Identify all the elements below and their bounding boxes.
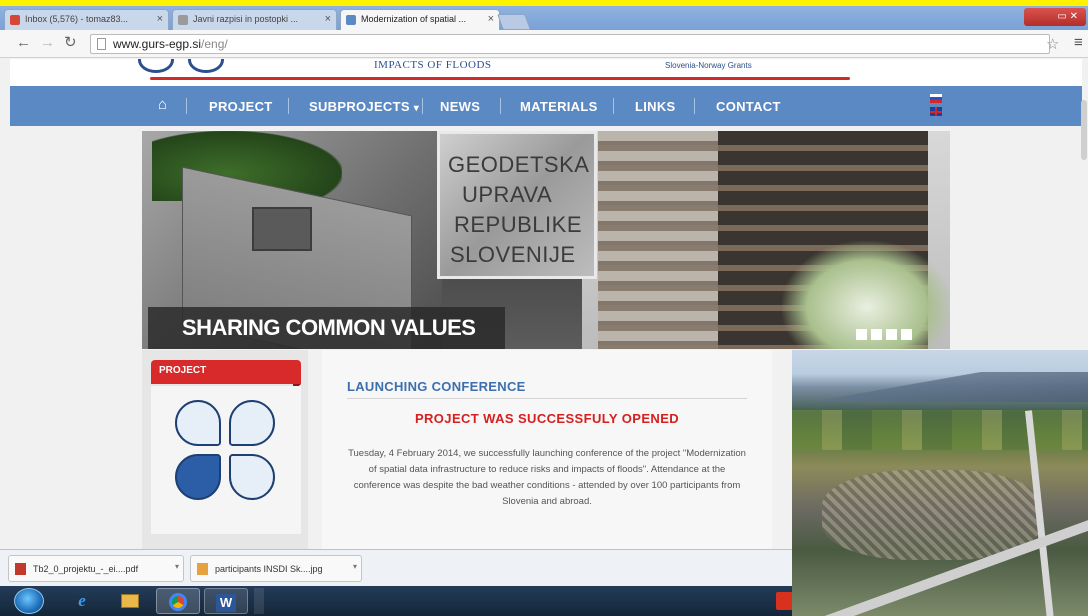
file-explorer-icon[interactable]: [108, 588, 152, 614]
slider-plaque: [252, 207, 312, 251]
bookmark-star-icon[interactable]: ☆: [1046, 35, 1059, 53]
download-item[interactable]: participants INSDI Sk....jpg ▾: [190, 555, 362, 582]
tab-close-icon[interactable]: ×: [157, 13, 163, 25]
nav-item-contact[interactable]: CONTACT: [716, 99, 781, 114]
news-heading[interactable]: LAUNCHING CONFERENCE: [347, 379, 526, 394]
taskbar-button[interactable]: [254, 588, 264, 614]
header-title: IMPACTS OF FLOODS: [374, 59, 492, 71]
sign-text: SLOVENIJE: [450, 242, 576, 267]
nav-item-project[interactable]: PROJECT: [209, 99, 273, 114]
tab-modernization[interactable]: Modernization of spatial ... ×: [340, 9, 500, 30]
nav-separator: [186, 98, 187, 114]
sign-text: GEODETSKA: [448, 152, 590, 177]
menu-icon[interactable]: ≡: [1074, 34, 1083, 51]
aerial-fields: [792, 410, 1088, 450]
page-icon: [178, 15, 188, 25]
window-controls[interactable]: ▭ ✕: [1024, 8, 1086, 26]
browser-tab-strip: Inbox (5,576) - tomaz83... × Javni razpi…: [0, 6, 1088, 30]
chevron-down-icon[interactable]: ▾: [175, 562, 179, 571]
divider: [347, 398, 747, 399]
word-icon[interactable]: W: [204, 588, 248, 614]
page-icon: [97, 38, 106, 50]
nav-separator: [422, 98, 423, 114]
slider-dot[interactable]: [886, 329, 897, 340]
news-body: Tuesday, 4 February 2014, we successfull…: [348, 448, 746, 507]
flag-slovenian-icon[interactable]: [930, 94, 942, 103]
tab-javni-razpisi[interactable]: Javni razpisi in postopki ... ×: [172, 9, 337, 30]
reload-icon[interactable]: ↻: [64, 35, 77, 51]
gmail-icon: [10, 15, 20, 25]
chevron-down-icon: ▾: [413, 103, 420, 114]
pdf-icon: [15, 563, 26, 575]
flag-english-icon[interactable]: [930, 107, 942, 116]
slider-sign: GEODETSKA UPRAVA REPUBLIKE SLOVENIJE: [437, 131, 597, 279]
logo: [138, 59, 174, 73]
chrome-icon[interactable]: [156, 588, 200, 614]
windows-taskbar: e W: [0, 586, 792, 616]
nav-item-label: SUBPROJECTS: [309, 99, 410, 114]
scrollbar[interactable]: [1081, 100, 1087, 160]
tab-label: Javni razpisi in postopki ...: [193, 14, 299, 24]
back-icon[interactable]: ←: [16, 35, 31, 51]
new-tab-button[interactable]: [497, 14, 531, 30]
nav-separator: [288, 98, 289, 114]
browser-toolbar: ← → ↻ www.gurs-egp.si/eng/ ☆ ≡: [0, 30, 1088, 58]
aerial-photo: [792, 350, 1088, 616]
download-filename: Tb2_0_projektu_-_ei....pdf: [33, 564, 139, 574]
site-icon: [346, 15, 356, 25]
nav-item-materials[interactable]: MATERIALS: [520, 99, 598, 114]
internet-explorer-icon[interactable]: e: [60, 588, 104, 614]
tab-label: Modernization of spatial ...: [361, 14, 467, 24]
nav-item-news[interactable]: NEWS: [440, 99, 480, 114]
download-item[interactable]: Tb2_0_projektu_-_ei....pdf ▾: [8, 555, 184, 582]
image-slider[interactable]: GEODETSKA UPRAVA REPUBLIKE SLOVENIJE SHA…: [142, 131, 950, 349]
main-navigation: ⌂ PROJECT SUBPROJECTS ▾ NEWS MATERIALS L…: [10, 86, 1082, 126]
slider-pagination: [856, 327, 916, 345]
aerial-town: [822, 470, 1042, 560]
download-shelf: Tb2_0_projektu_-_ei....pdf ▾ participant…: [0, 549, 792, 586]
sign-text: REPUBLIKE: [454, 212, 582, 237]
logo-petal: [229, 454, 275, 500]
home-icon[interactable]: ⌂: [158, 97, 176, 113]
image-icon: [197, 563, 208, 575]
sidebar-tab-project[interactable]: PROJECT: [151, 360, 301, 391]
tab-close-icon[interactable]: ×: [488, 13, 494, 25]
project-logo[interactable]: [151, 386, 301, 534]
logo-petal: [175, 454, 221, 500]
nav-separator: [694, 98, 695, 114]
taskbar-app-icon[interactable]: [776, 592, 792, 610]
url-path: /eng/: [201, 37, 228, 51]
sign-text: UPRAVA: [462, 182, 553, 207]
slider-building-face: [598, 131, 718, 349]
slider-dot[interactable]: [901, 329, 912, 340]
nav-separator: [613, 98, 614, 114]
header-swoosh: [150, 77, 850, 80]
download-filename: participants INSDI Sk....jpg: [215, 564, 323, 574]
logo-petal: [175, 400, 221, 446]
slider-dot[interactable]: [856, 329, 867, 340]
forward-icon[interactable]: →: [40, 35, 55, 51]
news-subheading: PROJECT WAS SUCCESSFULY OPENED: [414, 411, 680, 426]
logo: [188, 59, 224, 73]
address-bar[interactable]: www.gurs-egp.si/eng/: [90, 34, 1050, 54]
tab-gmail[interactable]: Inbox (5,576) - tomaz83... ×: [4, 9, 169, 30]
chevron-down-icon[interactable]: ▾: [353, 562, 357, 571]
header-subtitle: Slovenia-Norway Grants: [665, 61, 752, 70]
site-header: IMPACTS OF FLOODS Slovenia-Norway Grants: [10, 59, 1082, 86]
start-button-icon[interactable]: [14, 588, 44, 614]
nav-item-links[interactable]: LINKS: [635, 99, 676, 114]
url-host: www.gurs-egp.si: [113, 37, 202, 51]
logo-petal: [229, 400, 275, 446]
nav-item-subprojects[interactable]: SUBPROJECTS ▾: [309, 99, 419, 114]
aerial-mountains: [792, 372, 1088, 402]
tab-close-icon[interactable]: ×: [325, 13, 331, 25]
tab-label: Inbox (5,576) - tomaz83...: [25, 14, 129, 24]
slider-caption: SHARING COMMON VALUES: [148, 307, 506, 349]
slider-dot[interactable]: [871, 329, 882, 340]
nav-separator: [500, 98, 501, 114]
